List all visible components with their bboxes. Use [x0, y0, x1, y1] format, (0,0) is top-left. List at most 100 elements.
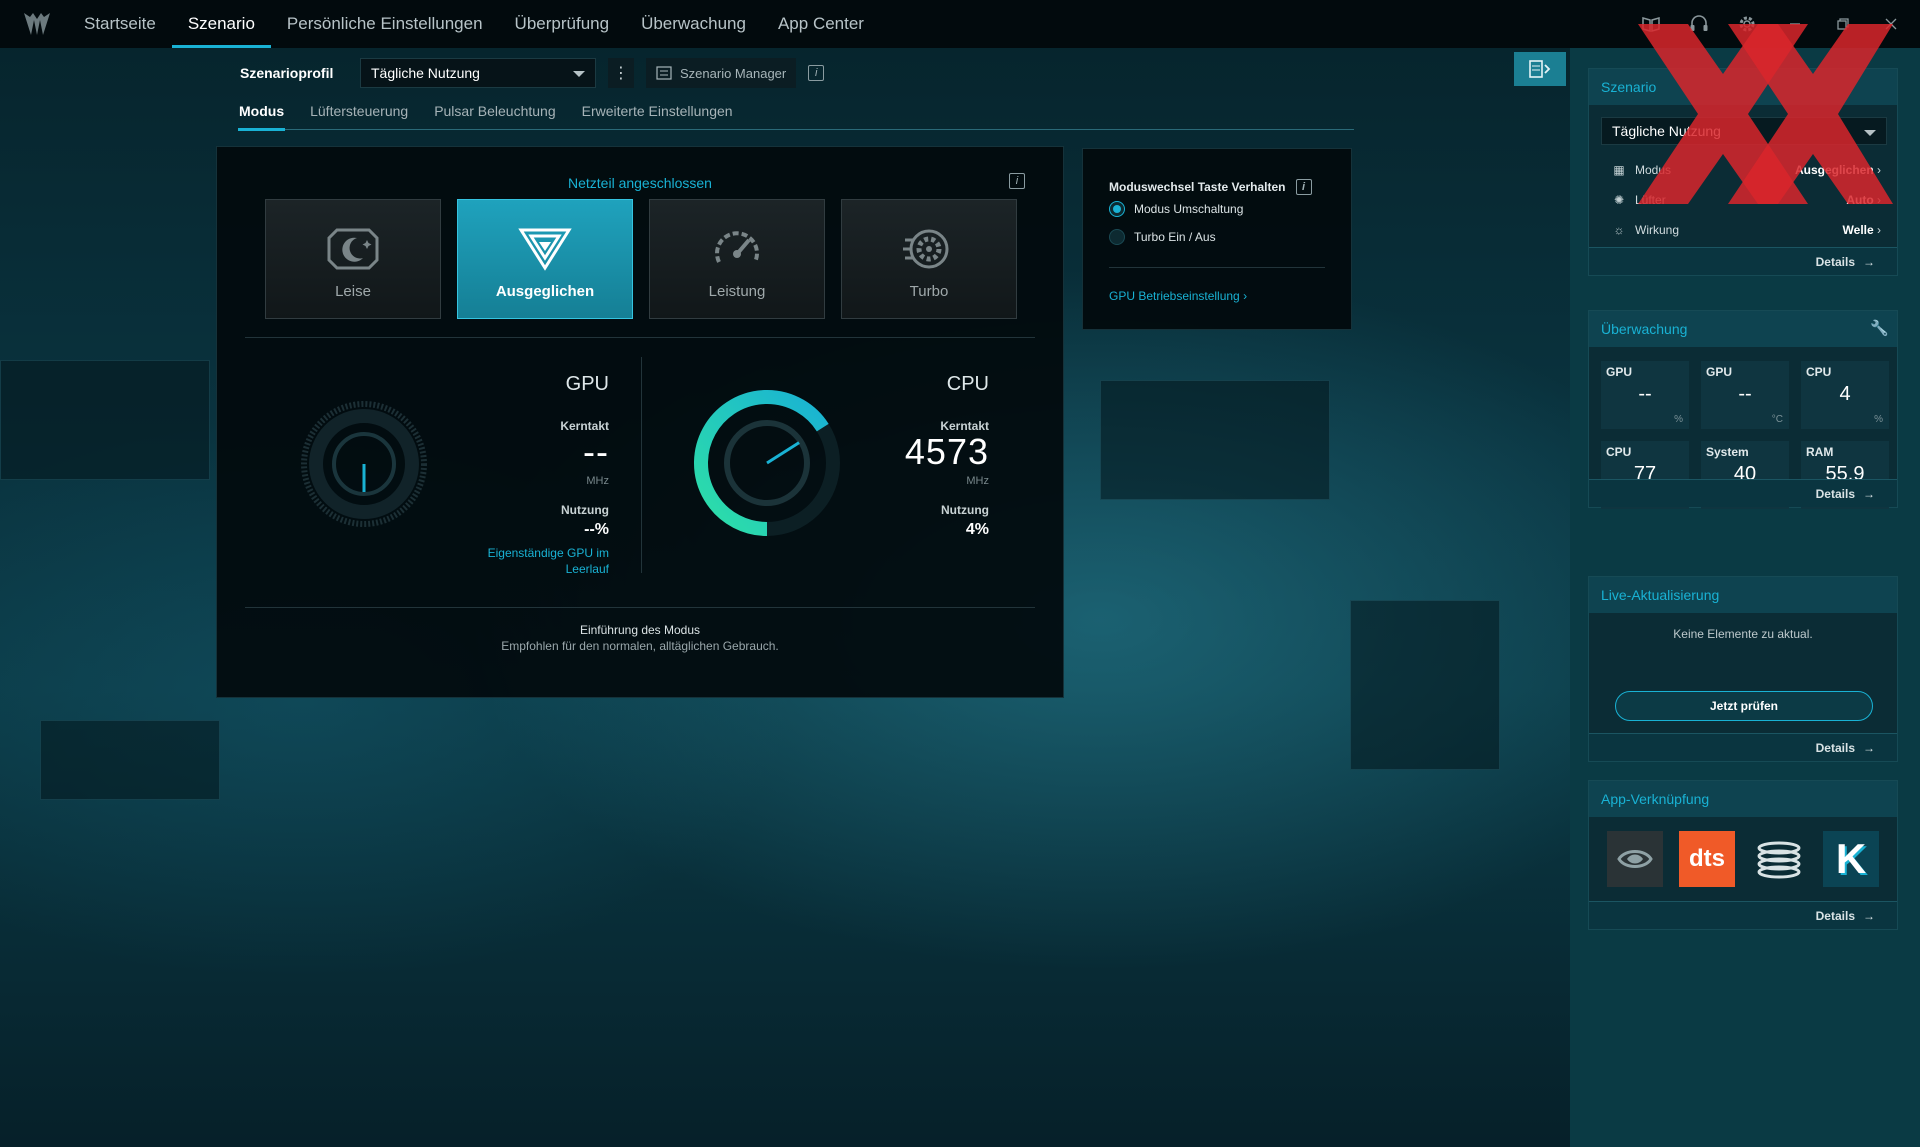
- app-shortcuts-card: App-Verknüpfung dts K Details →: [1588, 780, 1898, 930]
- dts-text: dts: [1689, 845, 1725, 872]
- details-button[interactable]: Details →: [1589, 901, 1897, 929]
- divider: [245, 607, 1035, 608]
- mode-card-leise[interactable]: Leise: [265, 199, 441, 319]
- cpu-usage-value: 4%: [965, 521, 989, 538]
- gpu-clock-unit: MHz: [586, 475, 609, 487]
- radio-button-selected[interactable]: [1109, 201, 1125, 217]
- mode-card-leistung[interactable]: Leistung: [649, 199, 825, 319]
- gpu-gauge: [299, 399, 429, 534]
- mode-label: Leise: [335, 283, 371, 300]
- check-now-button[interactable]: Jetzt prüfen: [1615, 691, 1873, 721]
- details-button[interactable]: Details →: [1589, 247, 1897, 275]
- sub-tabs: Modus Lüftersteuerung Pulsar Beleuchtung…: [238, 100, 1354, 131]
- card-title: Live-Aktualisierung: [1589, 577, 1897, 613]
- background-panel: [1350, 600, 1500, 770]
- scenario-manager-label: Szenario Manager: [680, 65, 787, 81]
- predator-balanced-icon: [515, 224, 575, 279]
- chevron-down-icon: [573, 71, 585, 77]
- gpu-title: GPU: [565, 373, 609, 395]
- arrow-right-icon: →: [1863, 254, 1875, 269]
- arrow-right-icon: →: [1863, 740, 1875, 755]
- mode-label: Turbo: [909, 283, 949, 300]
- radio-label: Turbo Ein / Aus: [1134, 230, 1216, 244]
- predator-logo-icon: [14, 0, 60, 48]
- profile-select-value: Tägliche Nutzung: [371, 65, 480, 81]
- live-update-card: Live-Aktualisierung Keine Elemente zu ak…: [1588, 576, 1898, 762]
- mode-cards: Leise Ausgeglichen Leistung Turbo: [265, 199, 1017, 319]
- sun-icon: ☼: [1613, 223, 1625, 237]
- nav-szenario[interactable]: Szenario: [171, 0, 272, 48]
- scenario-manager-button[interactable]: Szenario Manager: [646, 58, 797, 88]
- cpu-gauge: [687, 383, 847, 548]
- background-panel: [1100, 380, 1330, 500]
- radio-turbo-toggle[interactable]: Turbo Ein / Aus: [1109, 229, 1216, 245]
- killer-k-text: K: [1835, 835, 1867, 882]
- nvidia-icon[interactable]: [1607, 831, 1663, 887]
- mode-label: Leistung: [708, 283, 766, 300]
- list-icon: [656, 66, 672, 80]
- cpu-title: CPU: [946, 373, 989, 395]
- app-list: dts K: [1607, 831, 1879, 887]
- tab-advanced-settings[interactable]: Erweiterte Einstellungen: [581, 100, 734, 129]
- hardwareluxx-watermark-icon: [1628, 14, 1898, 219]
- nav-monitoring[interactable]: Überwachung: [625, 0, 762, 48]
- nav-check[interactable]: Überprüfung: [499, 0, 626, 48]
- cpu-usage-label: Nutzung: [941, 503, 989, 517]
- tab-pulsar-lighting[interactable]: Pulsar Beleuchtung: [433, 100, 556, 129]
- info-icon[interactable]: i: [1009, 173, 1025, 189]
- mode-switch-title-row: Moduswechsel Taste Verhalten i: [1109, 179, 1312, 195]
- tab-modus[interactable]: Modus: [238, 100, 286, 131]
- row-value: Welle: [1842, 223, 1874, 237]
- divider: [641, 357, 642, 573]
- mode-panel: Netzteil angeschlossen i Leise Ausgeglic…: [216, 146, 1064, 698]
- gpu-clock-value: --: [583, 431, 609, 472]
- tab-fan-control[interactable]: Lüftersteuerung: [309, 100, 409, 129]
- coil-icon[interactable]: [1751, 831, 1807, 887]
- gpu-settings-link[interactable]: GPU Betriebseinstellung ›: [1109, 289, 1247, 303]
- nav-app-center[interactable]: App Center: [762, 0, 880, 48]
- cpu-clock-value: 4573: [904, 431, 989, 472]
- card-title-row: Überwachung 🔧: [1589, 311, 1897, 347]
- profile-row: Szenarioprofil Tägliche Nutzung ⋮ Szenar…: [240, 58, 825, 88]
- profile-select[interactable]: Tägliche Nutzung: [360, 58, 596, 88]
- scenario-row-effect[interactable]: ☼ Wirkung Welle ›: [1609, 219, 1882, 241]
- monitor-tile-gpu-usage: GPU --%: [1601, 361, 1689, 429]
- gpu-idle-note: Eigenständige GPU im Leerlauf: [487, 546, 609, 576]
- mode-switch-title: Moduswechsel Taste Verhalten: [1109, 180, 1286, 194]
- more-options-icon[interactable]: ⋮: [608, 58, 634, 88]
- details-button[interactable]: Details →: [1589, 479, 1897, 507]
- turbo-fan-icon: [899, 224, 959, 279]
- mode-switch-panel: Moduswechsel Taste Verhalten i Modus Ums…: [1082, 148, 1352, 330]
- radio-label: Modus Umschaltung: [1134, 202, 1244, 216]
- mode-card-ausgeglichen[interactable]: Ausgeglichen: [457, 199, 633, 319]
- info-icon[interactable]: i: [1295, 179, 1312, 195]
- radio-button[interactable]: [1109, 229, 1125, 245]
- profile-label: Szenarioprofil: [240, 65, 334, 81]
- arrow-right-icon: →: [1863, 908, 1875, 923]
- wrench-icon[interactable]: 🔧: [1870, 319, 1889, 337]
- moon-icon: [323, 224, 383, 279]
- fan-icon: ✺: [1613, 193, 1625, 207]
- killer-k-icon[interactable]: K: [1823, 831, 1879, 887]
- monitor-tile-gpu-temp: GPU -- °C: [1701, 361, 1789, 429]
- speedometer-icon: [707, 224, 767, 279]
- mode-card-turbo[interactable]: Turbo: [841, 199, 1017, 319]
- sidebar-toggle-icon[interactable]: [1514, 52, 1566, 86]
- arrow-right-icon: →: [1863, 486, 1875, 501]
- gpu-usage-label: Nutzung: [561, 503, 609, 517]
- card-title: App-Verknüpfung: [1589, 781, 1897, 817]
- nav-personal-settings[interactable]: Persönliche Einstellungen: [271, 0, 499, 48]
- divider: [245, 337, 1035, 338]
- cpu-clock-unit: MHz: [966, 475, 989, 487]
- background-panel: [0, 360, 210, 480]
- power-status: Netzteil angeschlossen: [568, 175, 712, 191]
- card-title: Überwachung: [1601, 321, 1688, 337]
- info-icon[interactable]: i: [808, 65, 825, 81]
- mode-intro-title: Einführung des Modus: [579, 623, 701, 637]
- radio-modus-umschaltung[interactable]: Modus Umschaltung: [1109, 201, 1243, 217]
- details-button[interactable]: Details →: [1589, 733, 1897, 761]
- background-panel: [40, 720, 220, 800]
- mode-intro-description: Empfohlen für den normalen, alltäglichen…: [501, 639, 779, 653]
- nav-startseite[interactable]: Startseite: [68, 0, 172, 48]
- dts-icon[interactable]: dts: [1679, 831, 1735, 887]
